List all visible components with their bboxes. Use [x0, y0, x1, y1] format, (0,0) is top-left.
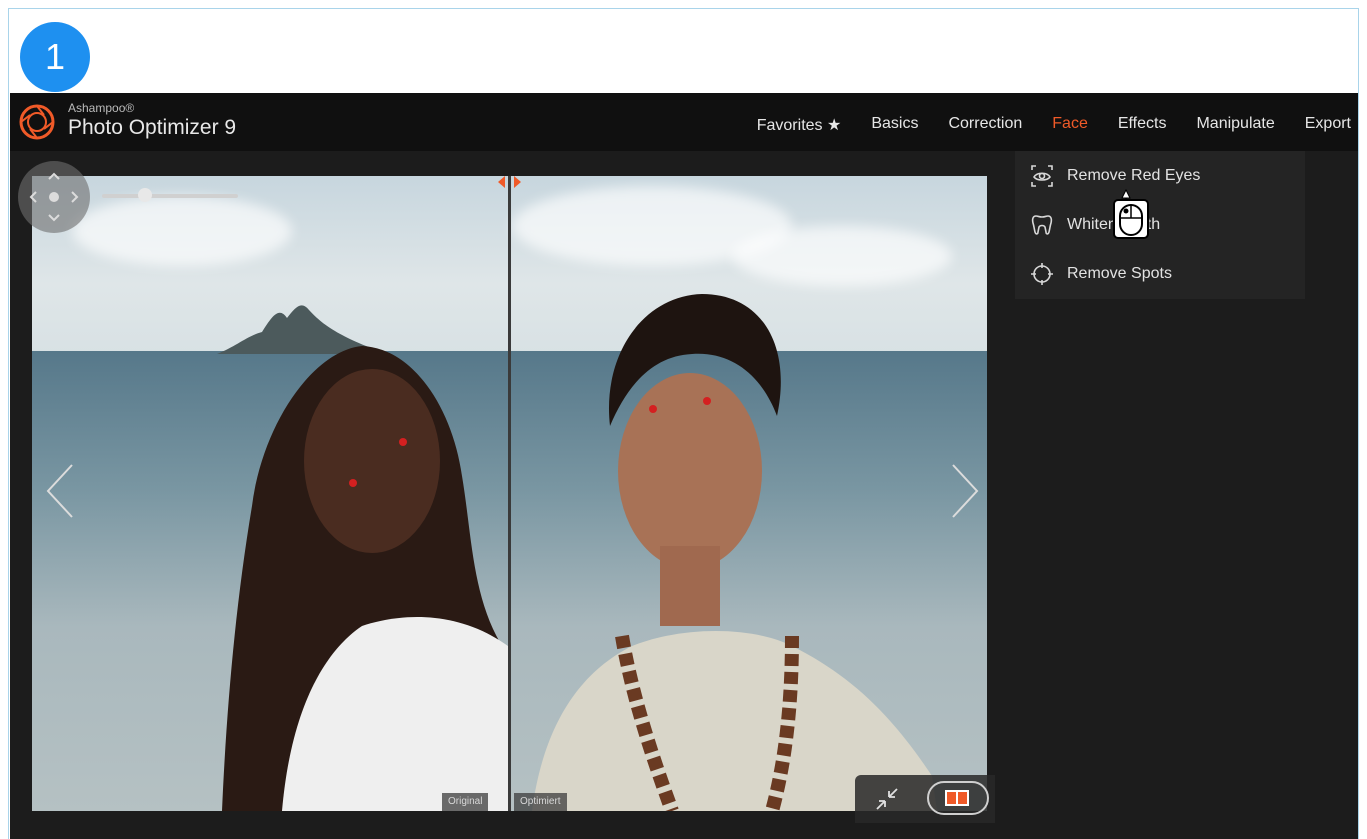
zoom-slider[interactable]: [102, 188, 238, 202]
next-image-icon[interactable]: [945, 461, 985, 521]
brand-vendor: Ashampoo®: [68, 101, 135, 115]
face-dropdown: Remove Red Eyes Whiten Teeth Remove Spot…: [1015, 151, 1305, 299]
view-tools: [855, 775, 995, 823]
aperture-logo-icon: [19, 104, 55, 140]
optimized-label: Optimiert: [514, 793, 567, 811]
menu-basics[interactable]: Basics: [871, 115, 918, 135]
main-menu: Favorites ★ Basics Correction Face Effec…: [727, 115, 1351, 135]
menu-face[interactable]: Face: [1052, 115, 1088, 135]
compress-icon[interactable]: [873, 785, 901, 813]
previous-image-icon[interactable]: [40, 461, 80, 521]
remove-spots-label: Remove Spots: [1067, 265, 1172, 282]
menu-favorites[interactable]: Favorites ★: [757, 115, 842, 135]
compare-view-toggle[interactable]: [927, 781, 989, 815]
step-badge: 1: [20, 22, 90, 92]
app-title: Photo Optimizer 9: [68, 116, 237, 139]
crosshair-icon: [1029, 261, 1055, 287]
remove-red-eyes-label: Remove Red Eyes: [1067, 167, 1201, 184]
menu-manipulate[interactable]: Manipulate: [1196, 115, 1274, 135]
menu-correction[interactable]: Correction: [948, 115, 1022, 135]
pan-arrows-icon: [29, 172, 79, 222]
app-window: Ashampoo® Photo Optimizer 9 Favorites ★ …: [10, 93, 1358, 839]
pan-control[interactable]: [18, 161, 90, 233]
remove-spots-item[interactable]: Remove Spots: [1015, 251, 1305, 297]
remove-red-eyes-item[interactable]: Remove Red Eyes: [1015, 153, 1305, 199]
tooth-icon: [1029, 212, 1055, 238]
whiten-teeth-item[interactable]: Whiten Teeth: [1015, 202, 1305, 248]
menu-export[interactable]: Export: [1305, 115, 1351, 135]
split-view-icon: [945, 790, 969, 806]
original-label: Original: [442, 793, 489, 811]
photo-preview[interactable]: Original Optimiert: [32, 176, 987, 811]
split-handle-right-icon[interactable]: [514, 176, 521, 188]
menu-effects[interactable]: Effects: [1118, 115, 1167, 135]
split-divider[interactable]: [508, 176, 511, 811]
red-eye-icon: [1029, 163, 1055, 189]
title-bar: Ashampoo® Photo Optimizer 9 Favorites ★ …: [10, 93, 1358, 151]
side-panel: [1015, 299, 1358, 839]
zoom-slider-thumb[interactable]: [138, 188, 152, 202]
mouse-cursor-icon: [1113, 188, 1149, 239]
split-handle-left-icon[interactable]: [498, 176, 505, 188]
